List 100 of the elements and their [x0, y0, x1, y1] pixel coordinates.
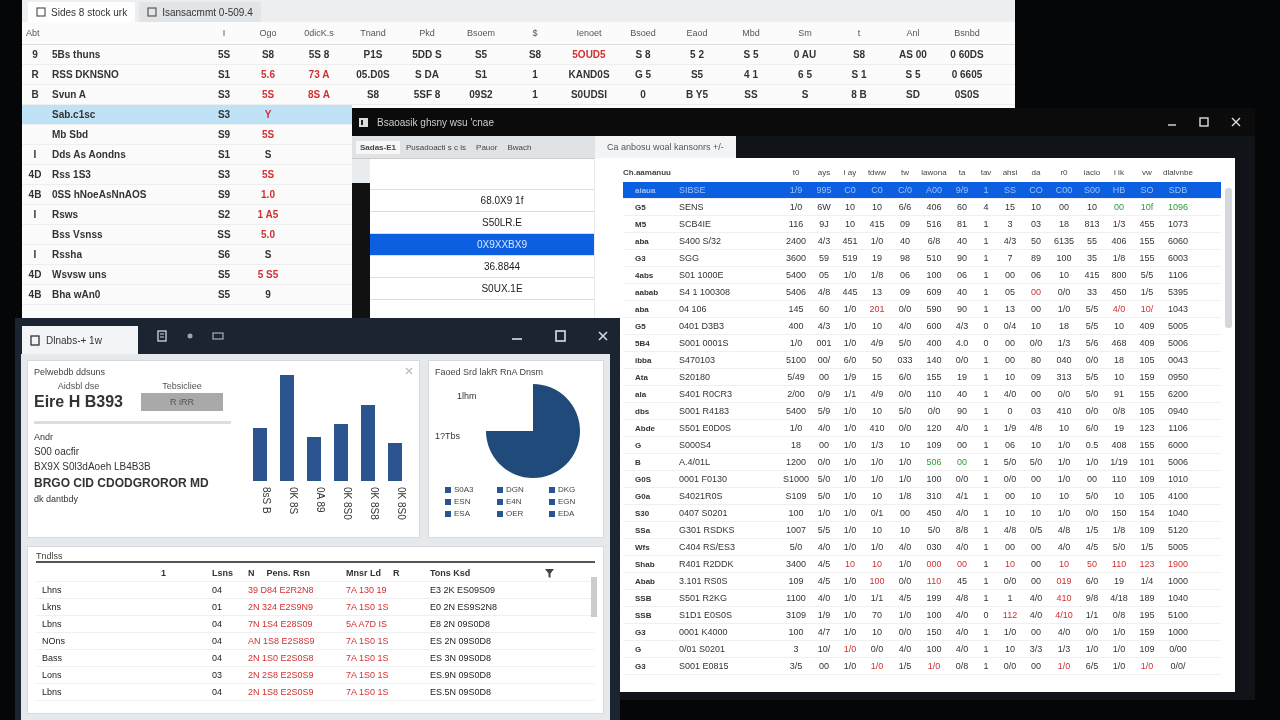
table-row[interactable]: Ata S20180 5/49 00 1/9 15 6/0 155 19 1 10 09 313 5/5 10 159 0950 [623, 369, 1221, 386]
table-row[interactable]: S30 0407 S0201 100 1/0 1/0 0/1 00 450 4/0 1 10 10 1/0 0/0 150 154 1040 [623, 505, 1221, 522]
table-row[interactable]: G S000S4 18 00 1/0 1/3 10 109 00 1 06 10 1/0 0.5 408 155 6000 [623, 437, 1221, 454]
table-row[interactable]: aba S400 S/32 2400 4/3 451 1/0 40 6/8 40 1 4/3 50 6135 55 406 155 6060 [623, 233, 1221, 250]
table-row[interactable]: 4abs S01 1000E 5400 05 1/0 1/8 06 100 06 1 00 06 10 415 800 5/5 1106 [623, 267, 1221, 284]
table-row[interactable]: G3 SGG 3600 59 519 19 98 510 90 1 7 89 100 35 1/8 155 6003 [623, 250, 1221, 267]
table-row[interactable]: Abab 3.101 RS0S 109 4/5 1/0 100 0/0 110 45 1 0/0 00 019 6/0 19 1/4 1000 [623, 573, 1221, 590]
table-row[interactable]: B A.4/01L 1200 0/0 1/0 1/0 1/0 506 00 1 5/0 5/0 1/0 1/0 1/19 101 5006 [623, 454, 1221, 471]
table-row[interactable]: R RSS DKNSNO S1 5.6 73 A 05.D0S S DA S1 1 KAND0S G 5 S5 4 1 6 5 S 1 S 5 0 6605 [22, 65, 1015, 85]
column-header[interactable]: r0 [1049, 167, 1079, 177]
column-header[interactable]: Anl [886, 28, 940, 38]
window-tab[interactable]: Sides 8 stock urk [28, 2, 136, 22]
table-row[interactable]: Shab R401 R2DDK 3400 4/5 10 10 1/0 000 00 1 10 00 10 50 110 123 1900 [623, 556, 1221, 573]
table-row[interactable]: G5 SENS 1/0 6W 10 10 6/6 406 60 4 15 10 00 10 00 10f 1096 [623, 199, 1221, 216]
window-tab[interactable]: Dlnabs-+ 1w [22, 326, 138, 354]
column-header[interactable]: i ay [837, 167, 863, 177]
column-header[interactable]: tdww [863, 167, 891, 177]
column-header[interactable]: iacio [1079, 167, 1105, 177]
sheet-tab[interactable]: Ca anbosu woal kansonrs +/- [595, 136, 736, 158]
table-row[interactable]: ibba S470103 5100 00/ 6/0 50 033 140 0/0 1 00 80 040 0/0 18 105 0043 [623, 352, 1221, 369]
table-row[interactable]: Bss Vsnss SS 5.0 [22, 225, 352, 245]
column-header[interactable]: Tons Ksd [430, 568, 471, 578]
table-row[interactable]: Wfs C404 RS/ES3 5/0 4/0 1/0 1/0 4/0 030 4/0 1 00 00 4/0 4/5 5/0 1/5 5005 [623, 539, 1221, 556]
table-row[interactable]: aba 04 106 145 60 1/0 201 0/0 590 90 1 13 00 1/0 5/5 4/0 10/ 1043 [623, 301, 1221, 318]
table-row[interactable]: G3 0001 K4000 100 4/7 1/0 10 0/0 150 4/0 1 1/0 00 4/0 0/0 1/0 159 1000 [623, 624, 1221, 641]
column-header[interactable]: $ [508, 28, 562, 38]
close-icon[interactable] [598, 331, 608, 341]
column-header[interactable]: 1 [161, 568, 166, 578]
column-header[interactable]: Bsoed [616, 28, 670, 38]
column-header[interactable]: da [1023, 167, 1049, 177]
column-header[interactable]: tw [891, 167, 919, 177]
scrollbar[interactable] [591, 577, 597, 617]
table-row[interactable]: SSB S1D1 E0S0S 3109 1/9 1/0 70 1/0 100 4/0 0 112 4/0 4/10 1/1 0/8 195 5100 [623, 607, 1221, 624]
column-header[interactable]: Ch.aamanuu [623, 167, 781, 177]
column-header[interactable]: Bsoem [454, 28, 508, 38]
sort-marker[interactable]: R [393, 568, 400, 578]
sort-marker[interactable]: N [248, 568, 255, 578]
pane-tab[interactable]: Sadas-E1 [356, 140, 401, 154]
document-icon[interactable] [156, 330, 168, 342]
window-tab[interactable]: Isansacmmt 0-509.4 [139, 2, 261, 22]
table-row[interactable]: ala S401 R0CR3 2/00 0/9 1/1 4/9 0/0 110 40 1 4/0 00 0/0 5/0 91 155 6200 [623, 386, 1221, 403]
column-header[interactable]: I [204, 28, 244, 38]
list-item[interactable]: 0X9XXBX9 [370, 234, 594, 256]
pane-tab[interactable]: Pauor [472, 140, 502, 154]
dot-icon[interactable] [186, 332, 194, 340]
table-row[interactable]: 4B 0SS hNoeAsNnAOS S9 1.0 [22, 185, 352, 205]
column-header[interactable]: Bsnbd [940, 28, 994, 38]
column-header[interactable]: Ogo [244, 28, 292, 38]
table-row[interactable]: Sab.c1sc S3 Y [22, 105, 352, 125]
table-row[interactable]: SSB S501 R2KG 1100 4/0 1/0 1/1 4/5 199 4/8 1 1 4/0 410 9/8 4/18 189 1040 [623, 590, 1221, 607]
list-item[interactable]: S0UX.1E [370, 278, 594, 300]
column-header[interactable]: ta [949, 167, 975, 177]
table-row[interactable]: SSa G301 RSDKS 1007 5/5 1/0 10 10 5/0 8/8 1 4/8 0/5 4/8 1/5 1/8 109 5120 [623, 522, 1221, 539]
scrollbar[interactable] [1225, 188, 1232, 328]
table-row[interactable]: aabab S4 1 100308 5406 4/8 445 13 09 609 40 1 05 00 0/0 33 450 1/5 5395 [623, 284, 1221, 301]
table-row[interactable]: Mb Sbd S9 5S [22, 125, 352, 145]
column-header[interactable]: lawona [919, 167, 949, 177]
table-row[interactable]: 4D Rss 1S3 S3 5S [22, 165, 352, 185]
column-header[interactable]: Ienoet [562, 28, 616, 38]
table-row[interactable]: Abde S501 E0D0S 1/0 4/0 1/0 410 0/0 120 4/0 1 1/9 4/8 10 6/0 19 123 1106 [623, 420, 1221, 437]
table-row[interactable]: M5 SCB4IE 116 9J 10 415 09 516 81 1 3 03 18 813 1/3 455 1073 [623, 216, 1221, 233]
table-row[interactable]: 9 5Bs thuns 5S S8 5S 8 P1S 5DD S S5 S8 5OUD5 S 8 5 2 S 5 0 AU S8 AS 00 0 60DS [22, 45, 1015, 65]
column-header[interactable]: ahsi [997, 167, 1023, 177]
column-header[interactable]: i ik [1105, 167, 1133, 177]
table-row[interactable]: G 0/01 S0201 3 10/ 1/0 0/0 4/0 100 4/0 1 10 3/3 1/3 1/0 1/0 109 0/00 [623, 641, 1221, 658]
table-row[interactable]: G5 0401 D3B3 400 4/3 1/0 10 4/0 600 4/3 0 0/4 10 18 5/5 10 409 5005 [623, 318, 1221, 335]
filter-icon[interactable] [544, 567, 555, 579]
column-header[interactable]: 0dicK.s [292, 28, 346, 38]
table-row[interactable]: G0S 0001 F0130 S1000 5/0 1/0 1/0 1/0 100 0/0 1 0/0 00 1/0 00 110 109 1010 [623, 471, 1221, 488]
table-row[interactable]: 4D Wsvsw uns S5 5 S5 [22, 265, 352, 285]
maximize-icon[interactable] [555, 330, 566, 342]
column-header[interactable]: Pkd [400, 28, 454, 38]
list-item[interactable]: 36.8844 [370, 256, 594, 278]
table-row[interactable]: G0a S4021R0S S109 5/0 1/0 10 1/8 310 4/1 1 00 10 10 5/0 10 105 4100 [623, 488, 1221, 505]
table-row[interactable]: dbs S001 R4183 5400 5/9 1/0 10 5/0 0/0 90 1 0 03 410 0/0 0/8 105 0940 [623, 403, 1221, 420]
table-row[interactable]: G3 S001 E0815 3/5 00 1/0 1/0 1/5 1/0 0/8 1 0/0 00 1/0 6/5 1/0 1/0 0/0/ [623, 658, 1221, 675]
panel-icon[interactable] [212, 332, 224, 340]
column-header[interactable]: ays [811, 167, 837, 177]
column-header[interactable]: t [832, 28, 886, 38]
maximize-icon[interactable] [1199, 117, 1209, 127]
column-header[interactable]: Tnand [346, 28, 400, 38]
column-header[interactable]: Mbd [724, 28, 778, 38]
column-header[interactable]: Mnsr Ld [346, 568, 381, 578]
close-icon[interactable] [1231, 117, 1241, 127]
column-header[interactable]: Eaod [670, 28, 724, 38]
column-header[interactable]: vw [1133, 167, 1161, 177]
column-header[interactable]: Sm [778, 28, 832, 38]
table-row[interactable]: 5B4 S001 0001S 1/0 001 1/0 4/9 5/0 400 4.0 0 00 0/0 1/3 5/6 468 409 5006 [623, 335, 1221, 352]
column-header[interactable]: t0 [781, 167, 811, 177]
column-header[interactable]: dlalvnbe [1161, 167, 1195, 177]
table-row[interactable]: I Rssha S6 S [22, 245, 352, 265]
table-row[interactable]: 4B Bha wAn0 S5 9 [22, 285, 352, 305]
pane-tab[interactable]: Bwach [503, 140, 536, 154]
table-row[interactable]: I Dds As Aondns S1 S [22, 145, 352, 165]
column-header[interactable]: tav [975, 167, 997, 177]
list-item[interactable]: 68.0X9 1f [370, 190, 594, 212]
table-row[interactable]: I Rsws S2 1 A5 [22, 205, 352, 225]
pane-tab[interactable]: Pusadoacti s c ls [402, 140, 471, 154]
column-header[interactable]: Abt [22, 28, 204, 38]
column-header[interactable]: Lsns [212, 568, 233, 578]
